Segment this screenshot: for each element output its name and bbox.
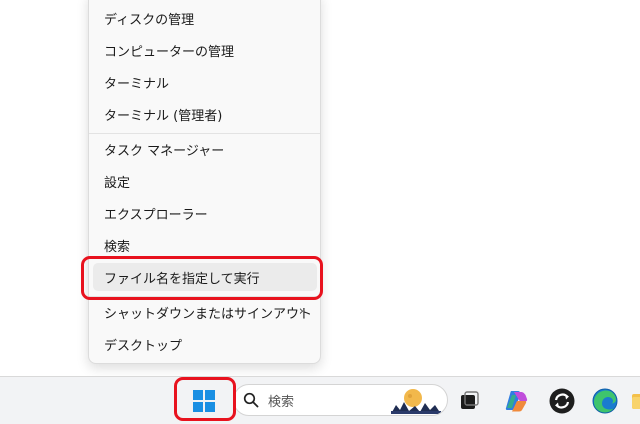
task-view-icon [461,391,479,409]
menu-item-shutdown-signout[interactable]: シャットダウンまたはサインアウト › [93,298,317,326]
menu-item-label: ターミナル (管理者) [104,108,223,124]
menu-item-label: タスク マネージャー [104,143,225,159]
copilot-button[interactable] [503,388,529,414]
start-context-menu: ディスクの管理 コンピューターの管理 ターミナル ターミナル (管理者) タスク… [88,0,321,364]
run-highlight-box [81,256,323,300]
edge-icon [592,388,618,414]
menu-item-label: デスクトップ [104,338,183,354]
menu-item-label: ディスクの管理 [104,12,195,28]
menu-item-search[interactable]: 検索 [93,231,317,259]
taskbar-search-box[interactable]: 検索 [233,384,448,416]
menu-item-disk-management[interactable]: ディスクの管理 [93,4,317,32]
menu-item-label: ターミナル [104,76,170,92]
menu-item-computer-management[interactable]: コンピューターの管理 [93,36,317,64]
search-icon [243,392,259,408]
menu-item-desktop[interactable]: デスクトップ [93,330,317,358]
chevron-right-icon: › [298,304,304,319]
edge-browser-button[interactable] [591,387,619,415]
menu-item-label: 設定 [104,175,131,191]
menu-item-label: コンピューターの管理 [104,44,235,60]
explorer-button[interactable] [630,389,640,413]
start-highlight-box [174,377,236,421]
menu-item-explorer[interactable]: エクスプローラー [93,199,317,227]
menu-item-settings[interactable]: 設定 [93,167,317,195]
folder-icon [632,394,640,409]
menu-item-terminal-admin[interactable]: ターミナル (管理者) [93,100,317,128]
menu-item-label: 検索 [104,239,131,255]
menu-item-label: エクスプローラー [104,207,208,223]
task-view-button[interactable] [457,389,481,413]
taskbar: 検索 [0,376,640,424]
menu-separator [89,133,320,134]
copilot-icon [505,391,528,412]
search-placeholder: 検索 [268,394,295,410]
sync-app-button[interactable] [548,387,576,415]
menu-item-terminal[interactable]: ターミナル [93,68,317,96]
search-highlight-moon-icon [391,389,441,414]
menu-item-label: シャットダウンまたはサインアウト [104,306,313,322]
menu-item-task-manager[interactable]: タスク マネージャー [93,135,317,163]
sync-icon [549,388,575,414]
